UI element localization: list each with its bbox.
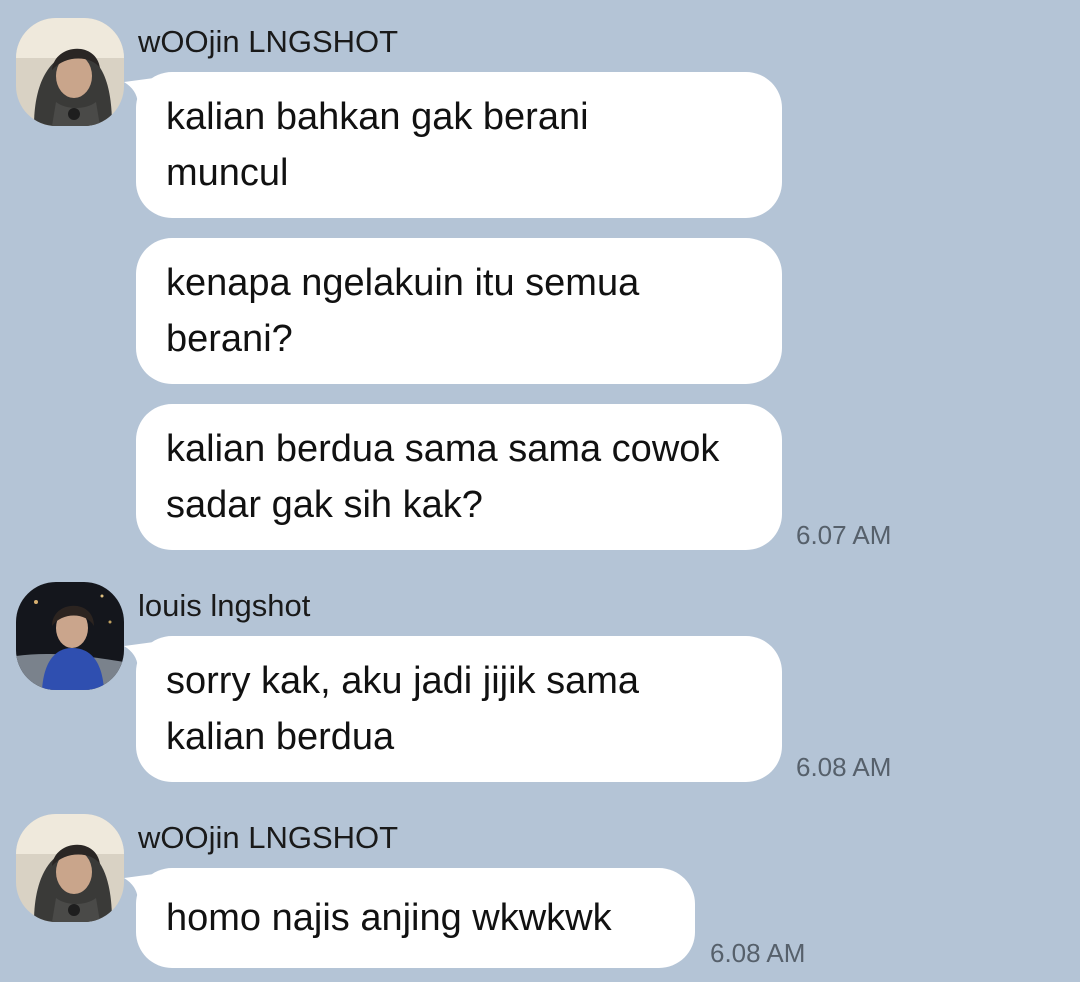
message-bubble[interactable]: sorry kak, aku jadi jijik sama kalian be… xyxy=(124,636,782,782)
message-bubble[interactable]: kalian berdua sama sama cowok sadar gak … xyxy=(136,404,782,550)
avatar-woojin-image xyxy=(16,814,124,922)
avatar-louis-image xyxy=(16,582,124,690)
message-timestamp: 6.08 AM xyxy=(710,938,806,968)
avatar-woojin-image xyxy=(16,18,124,126)
sender-name: wOOjin LNGSHOT xyxy=(138,24,399,59)
message-text: kalian bahkan gak berani muncul xyxy=(166,96,589,194)
avatar-woojin[interactable] xyxy=(16,814,124,922)
message-text: homo najis anjing wkwkwk xyxy=(166,897,612,939)
message-text: sorry kak, aku jadi jijik sama kalian be… xyxy=(166,660,640,758)
bubble-tail-icon xyxy=(124,642,154,670)
sender-name: louis lngshot xyxy=(138,588,311,623)
message-bubble[interactable]: kenapa ngelakuin itu semua berani? xyxy=(136,238,782,384)
message-timestamp: 6.07 AM xyxy=(796,520,892,550)
message-timestamp: 6.08 AM xyxy=(796,752,892,782)
message-text: kalian berdua sama sama cowok sadar gak … xyxy=(166,428,720,526)
avatar-woojin[interactable] xyxy=(16,18,124,126)
message-bubble[interactable]: kalian bahkan gak berani muncul xyxy=(124,72,782,218)
bubble-tail-icon xyxy=(124,78,154,106)
sender-name: wOOjin LNGSHOT xyxy=(138,820,399,855)
message-bubble[interactable]: homo najis anjing wkwkwk xyxy=(124,868,695,968)
message-text: kenapa ngelakuin itu semua berani? xyxy=(166,262,640,360)
bubble-tail-icon xyxy=(124,874,154,902)
avatar-louis[interactable] xyxy=(16,582,124,690)
